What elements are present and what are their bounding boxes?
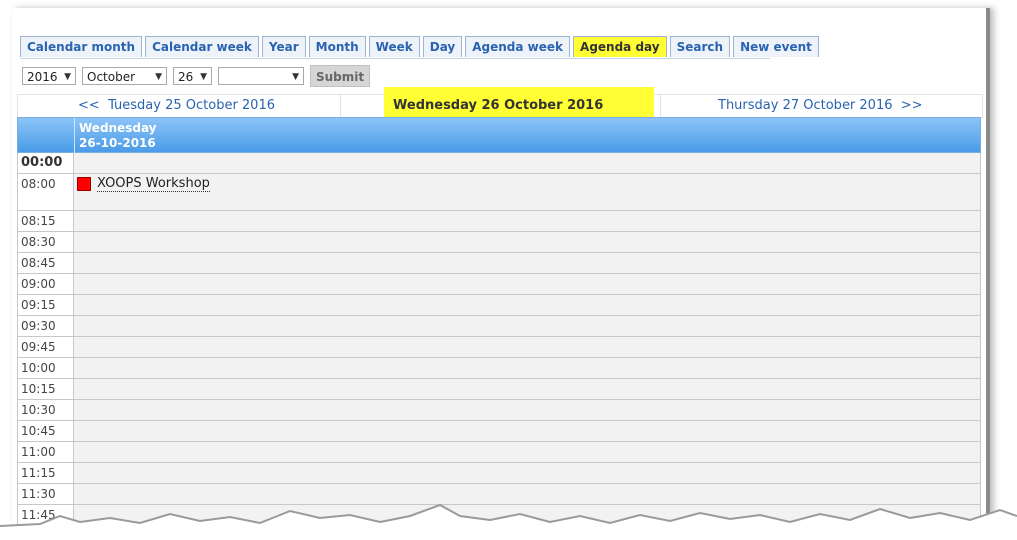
day-column-header: Wednesday 26-10-2016 [17,117,981,154]
current-day-label: Wednesday 26 October 2016 [393,98,604,113]
time-slot-cell[interactable] [74,295,980,315]
time-slot-cell[interactable]: XOOPS Workshop [74,174,980,210]
time-slot-cell[interactable] [74,232,980,252]
prev-arrow: << [78,98,100,113]
tab-calendar-month[interactable]: Calendar month [20,36,143,57]
time-slot-cell[interactable] [74,274,980,294]
submit-button[interactable]: Submit [310,65,371,87]
agenda-grid: Wednesday 26-10-2016 00:00 08:00 XOOPS Wor… [17,117,981,526]
time-slot-cell[interactable] [74,442,980,462]
year-select-value: 2016 [27,70,58,84]
tab-new-event[interactable]: New event [733,36,819,57]
tab-week[interactable]: Week [368,36,420,57]
tab-calendar-week[interactable]: Calendar week [145,36,259,57]
tab-year[interactable]: Year [261,36,306,57]
time-slot-label: 10:00 [18,358,74,378]
time-slot-cell[interactable] [74,400,980,420]
tab-month[interactable]: Month [308,36,366,57]
view-tabs: Calendar month Calendar week Year Month … [20,36,822,58]
time-slot-label: 09:00 [18,274,74,294]
torn-edge [0,503,1017,540]
time-slot-row: 09:15 [17,295,981,316]
tabs-divider [20,58,770,59]
time-slot-row: 09:00 [17,274,981,295]
time-slot-label: 00:00 [18,153,74,173]
time-slot-label: 11:00 [18,442,74,462]
time-slot-row: 09:45 [17,337,981,358]
prev-day-label: Tuesday 25 October 2016 [108,98,275,113]
time-slot-label: 08:15 [18,211,74,231]
previous-day-link[interactable]: << Tuesday 25 October 2016 [78,95,275,117]
time-column-header [18,118,75,154]
event-item[interactable]: XOOPS Workshop [77,176,210,192]
tab-day[interactable]: Day [422,36,463,57]
day-header-date: 26-10-2016 [79,136,156,150]
year-select[interactable]: 2016 ▼ [22,67,76,85]
time-slot-label: 11:15 [18,463,74,483]
tab-search[interactable]: Search [669,36,731,57]
time-slot-list: 00:00 08:00 XOOPS Workshop 08:15 08:30 08:45 0… [17,153,981,526]
day-header-weekday: Wednesday [79,121,157,135]
calendar-page: Calendar month Calendar week Year Month … [12,8,990,528]
time-slot-cell[interactable] [74,253,980,273]
time-slot-label: 10:30 [18,400,74,420]
time-slot-cell[interactable] [74,421,980,441]
time-slot-row: 08:30 [17,232,981,253]
day-header-title: Wednesday 26-10-2016 [79,121,157,151]
time-slot-row: 09:30 [17,316,981,337]
chevron-down-icon: ▼ [292,72,299,82]
time-slot-row: 11:00 [17,442,981,463]
time-slot-label: 08:00 [18,174,74,210]
time-slot-cell[interactable] [74,316,980,336]
day-select[interactable]: 26 ▼ [173,67,212,85]
time-slot-label: 08:30 [18,232,74,252]
time-slot-row: 11:15 [17,463,981,484]
event-title-link[interactable]: XOOPS Workshop [97,176,210,192]
category-color-icon [77,177,91,191]
category-select[interactable]: ▼ [218,67,304,85]
date-picker-form: 2016 ▼ October ▼ 26 ▼ ▼ Submit [22,65,371,87]
next-arrow: >> [900,98,923,113]
time-slot-row: 10:00 [17,358,981,379]
time-slot-row: 10:45 [17,421,981,442]
month-select-value: October [87,70,136,84]
tab-agenda-week[interactable]: Agenda week [465,36,571,57]
time-slot-row: 00:00 [17,153,981,174]
time-slot-label: 10:15 [18,379,74,399]
time-slot-cell[interactable] [74,379,980,399]
nav-divider [340,95,341,117]
month-select[interactable]: October ▼ [82,67,167,85]
time-slot-row: 08:45 [17,253,981,274]
time-slot-row: 08:00 XOOPS Workshop [17,174,981,211]
time-slot-label: 08:45 [18,253,74,273]
time-slot-row: 08:15 [17,211,981,232]
time-slot-label: 09:30 [18,316,74,336]
next-day-label: Thursday 27 October 2016 [718,98,893,113]
nav-divider [660,95,661,117]
chevron-down-icon: ▼ [200,72,207,82]
time-slot-cell[interactable] [74,463,980,483]
day-navigation: << Tuesday 25 October 2016 Wednesday 26 … [17,87,983,118]
time-slot-label: 09:15 [18,295,74,315]
time-slot-cell[interactable] [74,358,980,378]
next-day-link[interactable]: Thursday 27 October 2016 >> [718,95,923,117]
chevron-down-icon: ▼ [155,72,162,82]
time-slot-cell[interactable] [74,211,980,231]
time-slot-row: 10:15 [17,379,981,400]
time-slot-cell[interactable] [74,153,980,173]
day-select-value: 26 [178,70,194,84]
time-slot-cell[interactable] [74,337,980,357]
chevron-down-icon: ▼ [64,72,71,82]
time-slot-row: 10:30 [17,400,981,421]
tab-agenda-day[interactable]: Agenda day [573,36,667,57]
time-slot-label: 09:45 [18,337,74,357]
time-slot-label: 10:45 [18,421,74,441]
